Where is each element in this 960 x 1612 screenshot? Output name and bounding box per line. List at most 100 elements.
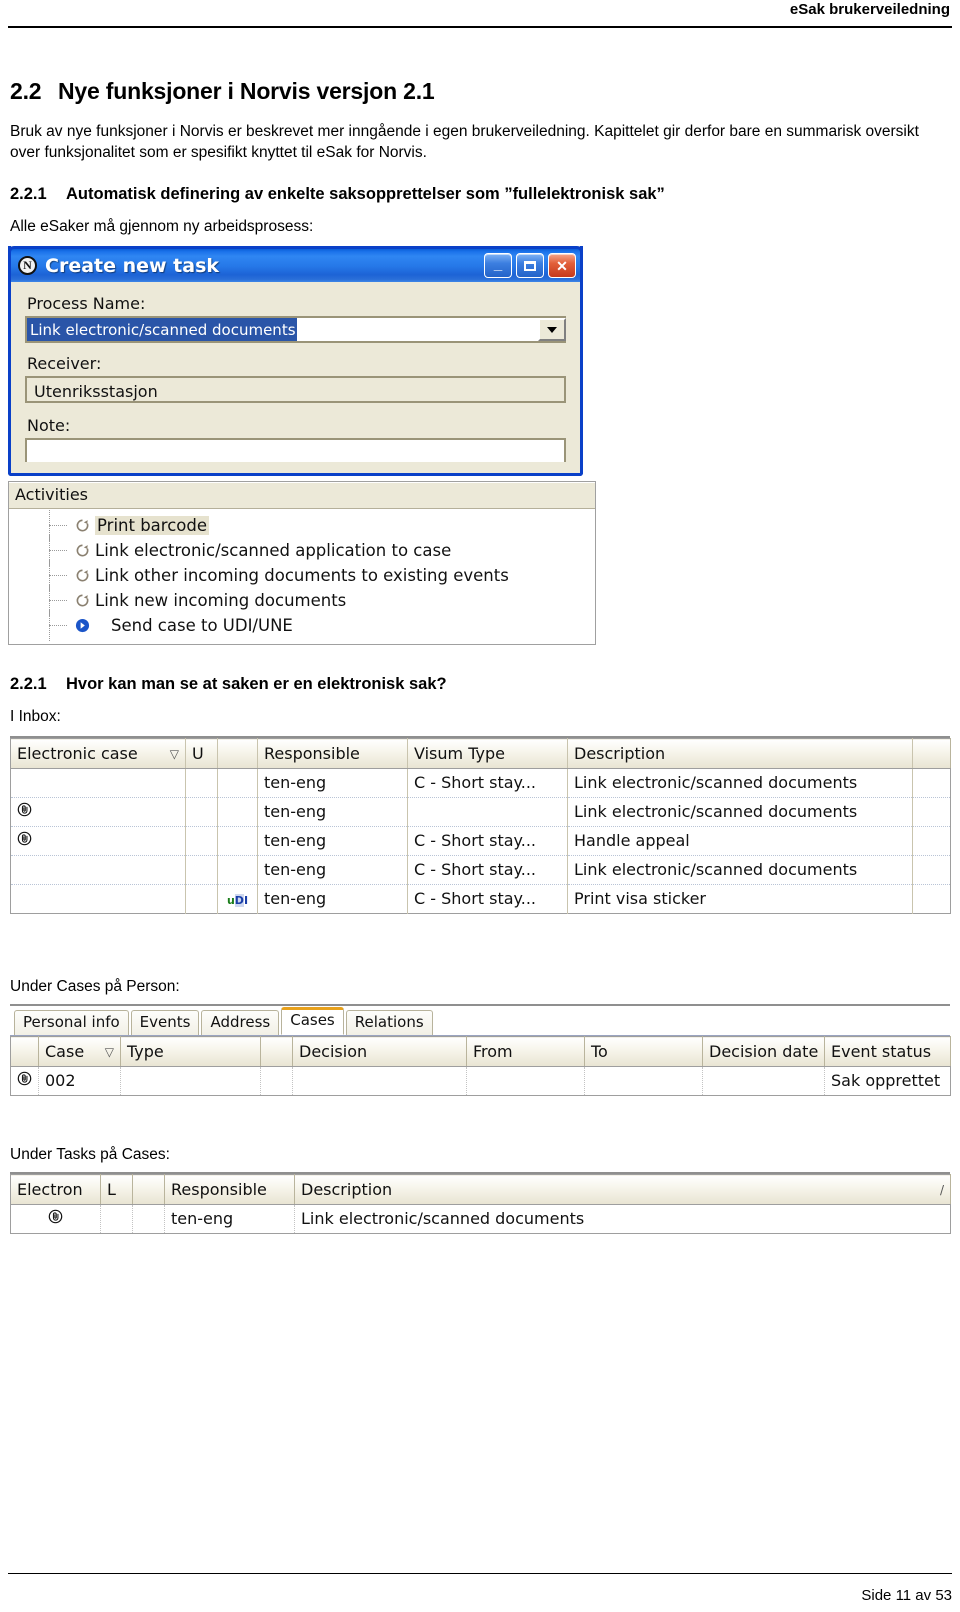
cell-description: Handle appeal [567,826,913,856]
cell-description: Link electronic/scanned documents [567,797,913,827]
cell-u [185,768,218,798]
column-header-decision-date[interactable]: Decision date [702,1036,825,1067]
column-header-description[interactable]: Description [567,738,913,769]
window-controls: _ ✕ [484,253,576,278]
column-header-blank[interactable] [217,738,258,769]
activity-label: Link other incoming documents to existin… [95,566,509,585]
column-header-electron[interactable]: Electron [10,1174,101,1205]
minimize-button[interactable]: _ [484,253,512,278]
cell-decision [292,1066,467,1096]
tab-address[interactable]: Address [201,1010,280,1035]
norvis-app-icon: N [18,256,37,275]
column-label: Decision date [709,1041,819,1061]
tasks-header-row: Electron L Responsible Description / [10,1174,951,1205]
cell-l [100,1204,133,1234]
cell-type [120,1066,261,1096]
subsection-1-number: 2.2.1 [10,185,47,203]
receiver-field[interactable]: Utenriksstasjon [25,376,566,403]
close-button[interactable]: ✕ [548,253,576,278]
column-header-case[interactable]: Case ▽ [38,1036,121,1067]
table-row[interactable]: ten-eng C - Short stay... Handle appeal [10,826,951,856]
column-header-from[interactable]: From [466,1036,585,1067]
cell-icon [217,797,258,827]
activity-row[interactable]: Send case to UDI/UNE [9,610,595,641]
note-field[interactable] [25,438,566,462]
column-header-description[interactable]: Description / [294,1174,951,1205]
dialog-title-bar[interactable]: N Create new task _ ✕ [11,246,580,282]
column-header-type[interactable]: Type [120,1036,261,1067]
inbox-table-wrapper: Electronic case ▽ U Responsible Visum Typ… [10,736,951,914]
column-label: Description [301,1179,393,1199]
cell-overflow [912,797,951,827]
column-header-overflow[interactable] [912,738,951,769]
column-header-responsible[interactable]: Responsible [257,738,408,769]
cell-visum-type: C - Short stay... [407,855,568,885]
activity-row[interactable]: Link other incoming documents to existin… [9,560,595,591]
table-row[interactable]: 002 Sak opprettet [10,1066,951,1096]
activity-row[interactable]: Print barcode [9,510,595,541]
cell-overflow [912,826,951,856]
sort-descending-icon: ▽ [104,1044,114,1059]
activity-row[interactable]: Link electronic/scanned application to c… [9,535,595,566]
chevron-down-icon[interactable] [538,318,566,341]
tab-cases[interactable]: Cases [281,1007,344,1035]
cell-icon [217,826,258,856]
column-header-to[interactable]: To [584,1036,703,1067]
process-name-label: Process Name: [27,294,146,313]
tab-relations[interactable]: Relations [345,1010,433,1035]
section-heading: 2.2 Nye funksjoner i Norvis versjon 2.1 [10,78,950,105]
column-label: From [473,1041,513,1061]
cell-visum-type: C - Short stay... [407,826,568,856]
activity-label: Link new incoming documents [95,591,347,610]
activity-row[interactable]: Link new incoming documents [9,585,595,616]
tree-stem [9,560,69,591]
document-title: eSak brukerveiledning [789,1,950,18]
column-header-visum-type[interactable]: Visum Type [407,738,568,769]
cases-header-row: Case ▽ Type Decision From To Decision dat… [10,1036,951,1067]
column-header-event-status[interactable]: Event status [824,1036,951,1067]
subsection-2-heading: 2.2.1 Hvor kan man se at saken er en elek… [10,675,950,694]
inbox-header-row: Electronic case ▽ U Responsible Visum Typ… [10,738,951,769]
column-label: U [192,743,204,763]
cell-to [584,1066,703,1096]
column-header-u[interactable]: U [185,738,218,769]
cell-event-status: Sak opprettet [824,1066,951,1096]
column-header-responsible[interactable]: Responsible [164,1174,295,1205]
refresh-icon [69,543,95,558]
table-row[interactable]: ten-eng C - Short stay... Link electroni… [10,768,951,798]
tab-events[interactable]: Events [130,1010,200,1035]
table-row[interactable]: uDI ten-eng C - Short stay... Print visa… [10,884,951,914]
inbox-table: Electronic case ▽ U Responsible Visum Typ… [10,738,951,914]
tree-stem [9,510,69,541]
maximize-button[interactable] [516,253,544,278]
column-header-electronic-case[interactable]: Electronic case ▽ [10,738,186,769]
person-cases-caption: Under Cases på Person: [10,978,180,995]
column-header-blank[interactable] [132,1174,165,1205]
case-tasks-caption: Under Tasks på Cases: [10,1146,170,1163]
column-header-decision[interactable]: Decision [292,1036,467,1067]
cell-visum-type: C - Short stay... [407,768,568,798]
column-label: Case [45,1041,85,1061]
header-rule [8,26,952,28]
tab-personal-info[interactable]: Personal info [14,1010,129,1035]
column-header-blank-left[interactable] [10,1036,39,1067]
cell-case: 002 [38,1066,121,1096]
receiver-label: Receiver: [27,354,102,373]
tree-stem [9,535,69,566]
maximize-icon [517,254,543,277]
process-name-combobox[interactable]: Link electronic/scanned documents [25,316,566,343]
combo-fill [296,318,538,341]
column-header-l[interactable]: L [100,1174,133,1205]
column-header-blank-mid[interactable] [260,1036,293,1067]
page-number-label: Side 11 av 53 [861,1587,952,1604]
table-row[interactable]: ten-eng Link electronic/scanned document… [10,1204,951,1234]
activity-label: Print barcode [95,516,209,535]
cell-electronic-case [10,884,186,914]
table-row[interactable]: ten-eng Link electronic/scanned document… [10,797,951,827]
cell-description: Print visa sticker [567,884,913,914]
activity-label: Send case to UDI/UNE [111,616,293,635]
refresh-icon [69,518,95,533]
table-row[interactable]: ten-eng C - Short stay... Link electroni… [10,855,951,885]
cell-responsible: ten-eng [257,884,408,914]
cell-electronic-case [10,855,186,885]
